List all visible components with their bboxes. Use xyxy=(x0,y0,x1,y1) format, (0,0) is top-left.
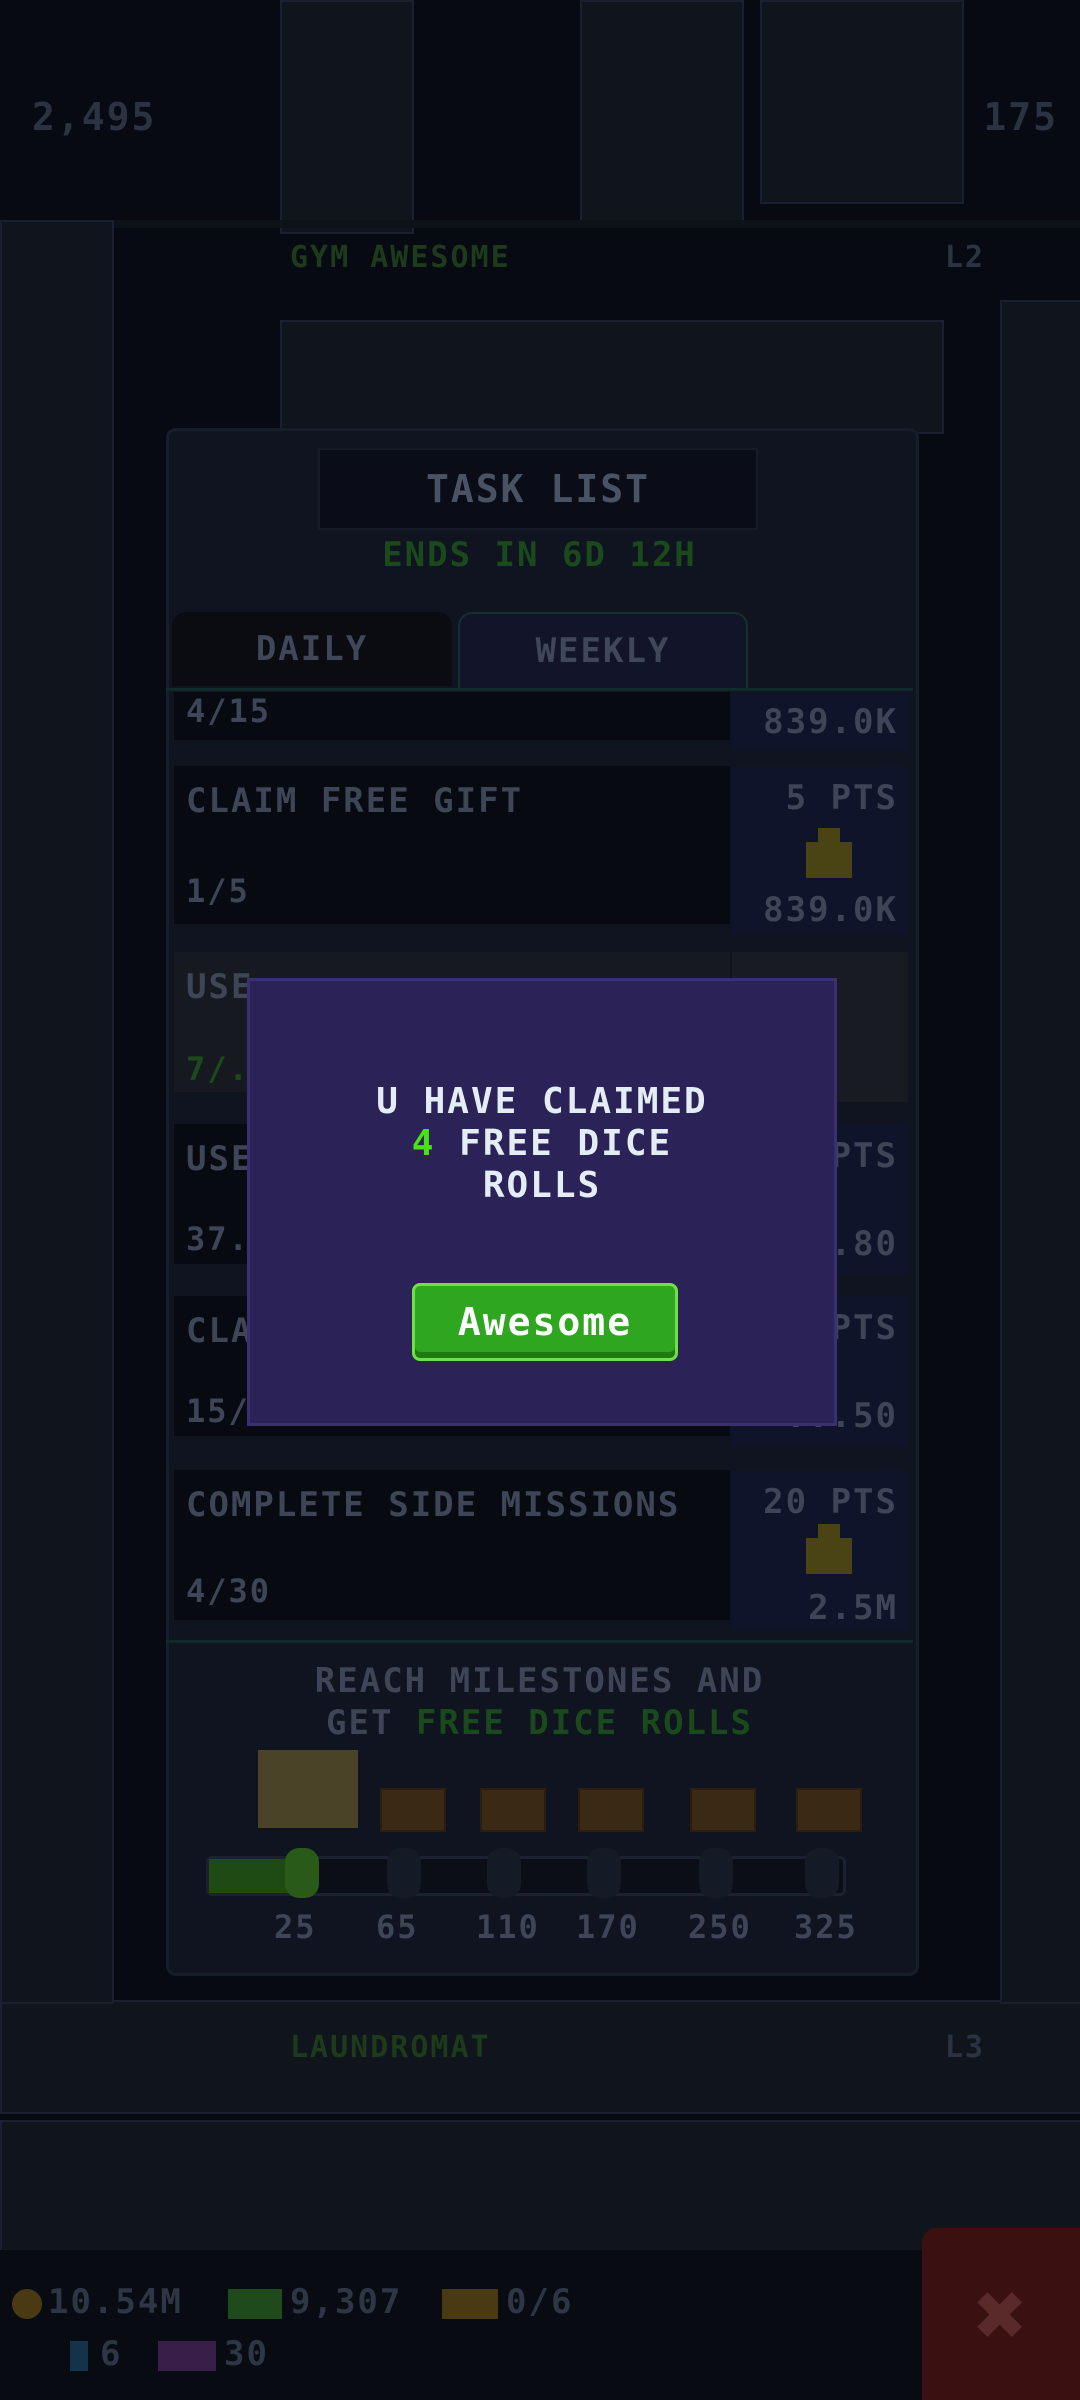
close-icon: ✖ xyxy=(974,2262,1028,2366)
building-shop xyxy=(280,0,414,234)
milestone-line1: Reach milestones and xyxy=(314,1661,765,1701)
awesome-button[interactable]: Awesome xyxy=(412,1283,678,1361)
task-progress: 1/5 xyxy=(186,872,250,910)
building-shop xyxy=(580,0,744,224)
tickets-value: 0/6 xyxy=(506,2282,574,2322)
milestone-marker xyxy=(805,1848,839,1898)
milestone-marker xyxy=(285,1848,319,1898)
milestone-value: 250 xyxy=(688,1908,752,1946)
task-list-title: Task List xyxy=(318,448,758,530)
dice-count: 4 xyxy=(411,1123,436,1164)
ticket-icon xyxy=(442,2288,498,2319)
building-floor xyxy=(280,320,944,434)
claim-dice-modal: U have claimed 4 free dice rolls Awesome xyxy=(247,978,837,1426)
modal-message-suffix: free dice xyxy=(459,1123,673,1164)
milestone-description: Reach milestones and get free dice rolls xyxy=(166,1660,913,1744)
gems-value: 6 xyxy=(100,2334,123,2374)
chest-icon xyxy=(380,1788,446,1832)
close-button[interactable]: ✖ xyxy=(922,2228,1080,2400)
cash-icon xyxy=(228,2288,282,2319)
building-shop xyxy=(760,0,964,204)
modal-message-line2: 4 free dice xyxy=(250,1123,834,1165)
chest-icon xyxy=(480,1788,546,1832)
chest-icon xyxy=(258,1750,358,1828)
gem-icon xyxy=(70,2340,88,2371)
task-reward-value: 839.0K xyxy=(763,702,898,742)
task-reward-value: 2.5M xyxy=(808,1588,898,1628)
milestone-value: 170 xyxy=(576,1908,640,1946)
milestone-value: 325 xyxy=(794,1908,858,1946)
chest-icon xyxy=(796,1788,862,1832)
milestone-line2: get free dice rolls xyxy=(166,1702,913,1744)
milestone-get: get xyxy=(326,1703,394,1743)
milestone-marker xyxy=(699,1848,733,1898)
modal-message-line1: U have claimed xyxy=(376,1081,708,1122)
coin-icon xyxy=(12,2288,42,2319)
tickets-counter: 0/6 xyxy=(442,2282,573,2322)
milestone-marker xyxy=(487,1848,521,1898)
task-list-timer: Ends in 6d 12h xyxy=(382,535,697,575)
task-points: 20 PTS xyxy=(763,1482,898,1522)
trophy-icon xyxy=(806,828,852,878)
milestone-value: 110 xyxy=(476,1908,540,1946)
task-row[interactable]: Complete Side Missions 4/30 xyxy=(174,1470,730,1620)
floor-level-label: L3 xyxy=(944,2030,985,2065)
task-name: Claim Free Gift xyxy=(186,781,524,821)
milestone-value: 25 xyxy=(274,1908,317,1946)
building-floor xyxy=(0,2120,1080,2254)
task-progress: 4/15 xyxy=(186,692,272,730)
task-reward: 20 PTS 2.5M xyxy=(732,1470,908,1630)
top-left-counter: 2,495 xyxy=(32,95,157,139)
tab-daily[interactable]: Daily xyxy=(172,612,452,686)
vip-value: 30 xyxy=(224,2334,269,2374)
task-reward-value: 839.0K xyxy=(763,890,898,930)
building-side xyxy=(0,220,114,2004)
floor-level-label: L2 xyxy=(944,240,985,275)
tab-underline xyxy=(166,688,913,691)
floor-name-label: Laundromat xyxy=(290,2030,491,2065)
vip-counter: 30 xyxy=(158,2334,269,2374)
task-row[interactable]: Claim Free Gift 1/5 xyxy=(174,766,730,924)
modal-message: U have claimed 4 free dice rolls xyxy=(250,1081,834,1207)
milestone-value: 65 xyxy=(376,1908,419,1946)
gems-counter: 6 xyxy=(70,2334,122,2374)
floor-name-label: Gym Awesome xyxy=(290,240,511,275)
chest-icon xyxy=(690,1788,756,1832)
building-floor xyxy=(0,2000,1080,2114)
task-reward: 839.0K xyxy=(732,692,908,750)
milestone-marker xyxy=(587,1848,621,1898)
coins-counter: 10.54M xyxy=(12,2282,183,2322)
trophy-icon xyxy=(806,1524,852,1574)
milestone-marker xyxy=(387,1848,421,1898)
section-divider xyxy=(166,1640,913,1643)
chest-icon xyxy=(578,1788,644,1832)
coins-value: 10.54M xyxy=(48,2282,183,2322)
floor-divider xyxy=(0,220,1080,228)
task-progress: 4/30 xyxy=(186,1572,272,1610)
task-points: 5 PTS xyxy=(785,778,898,818)
building-side xyxy=(1000,300,1080,2004)
vip-icon xyxy=(158,2340,216,2371)
milestone-free-rolls: free dice rolls xyxy=(415,1703,753,1743)
bottom-hud xyxy=(0,2250,1080,2400)
modal-message-line3: rolls xyxy=(482,1165,602,1206)
tab-weekly[interactable]: Weekly xyxy=(458,612,748,688)
task-reward: 5 PTS 839.0K xyxy=(732,766,908,934)
top-right-counter: 175 xyxy=(983,95,1058,139)
cash-value: 9,307 xyxy=(290,2282,403,2322)
cash-counter: 9,307 xyxy=(228,2282,402,2322)
task-row[interactable]: 4/15 xyxy=(174,692,730,740)
task-name: Complete Side Missions xyxy=(186,1485,681,1525)
